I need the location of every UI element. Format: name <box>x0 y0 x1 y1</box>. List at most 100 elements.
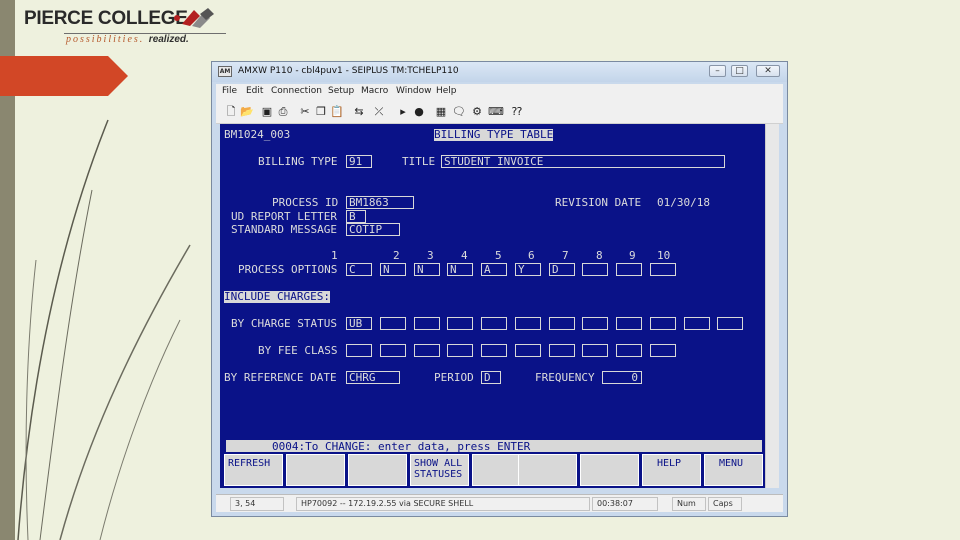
play-icon[interactable]: ▸ <box>396 105 410 119</box>
fee-class-field[interactable] <box>447 344 473 357</box>
process-option-field[interactable]: C <box>346 263 372 276</box>
menu-connection[interactable]: Connection <box>271 86 322 96</box>
maximize-button[interactable]: □ <box>731 65 748 77</box>
fkey-help[interactable]: HELP <box>642 454 701 486</box>
process-option-field[interactable]: D <box>549 263 575 276</box>
logo-tagline: possibilities. realized. <box>66 34 189 45</box>
billing-type-field[interactable]: 91 <box>346 155 372 168</box>
menubar: File Edit Connection Setup Macro Window … <box>216 84 783 100</box>
paste-icon[interactable]: 📋 <box>330 105 344 119</box>
disconnect-icon[interactable]: ⤫ <box>372 105 386 119</box>
fee-class-field[interactable] <box>582 344 608 357</box>
charge-status-field[interactable] <box>684 317 710 330</box>
grid-icon[interactable]: ▦ <box>434 105 448 119</box>
window-titlebar[interactable]: AM AMXW P110 - cbl4puv1 - SEIPLUS TM:TCH… <box>212 62 787 82</box>
record-icon[interactable]: ● <box>412 105 426 119</box>
process-option-field[interactable]: Y <box>515 263 541 276</box>
process-option-field[interactable] <box>650 263 676 276</box>
app-icon[interactable]: AM <box>218 66 232 77</box>
standard-message-label: STANDARD MESSAGE <box>231 223 337 236</box>
charge-status-field[interactable] <box>582 317 608 330</box>
minimize-button[interactable]: – <box>709 65 726 77</box>
option-number: 5 <box>495 249 502 262</box>
print-icon[interactable]: ⎙ <box>276 105 290 119</box>
fee-class-field[interactable] <box>515 344 541 357</box>
process-id-field[interactable]: BM1863 <box>346 196 414 209</box>
menu-window[interactable]: Window <box>396 86 432 96</box>
help-icon[interactable]: ⁇ <box>510 105 524 119</box>
fee-class-label: BY FEE CLASS <box>258 344 338 357</box>
charge-status-field[interactable] <box>549 317 575 330</box>
revision-date-label: REVISION DATE <box>555 196 642 209</box>
charge-status-field[interactable]: UB <box>346 317 372 330</box>
ref-date-field[interactable]: CHRG <box>346 371 400 384</box>
fee-class-field[interactable] <box>481 344 507 357</box>
option-number: 3 <box>427 249 434 262</box>
fkey-2[interactable] <box>286 454 345 486</box>
copy-icon[interactable]: ❐ <box>314 105 328 119</box>
chat-icon[interactable]: 🗨 <box>452 105 466 119</box>
open-icon[interactable]: 📂 <box>240 105 254 119</box>
process-option-field[interactable] <box>616 263 642 276</box>
option-number: 10 <box>657 249 671 262</box>
cut-icon[interactable]: ✂ <box>298 105 312 119</box>
fee-class-field[interactable] <box>549 344 575 357</box>
keyboard-icon[interactable]: ⌨ <box>488 105 504 119</box>
process-option-field[interactable]: A <box>481 263 507 276</box>
connect-icon[interactable]: ⇆ <box>352 105 366 119</box>
option-number: 8 <box>596 249 603 262</box>
ref-date-label: BY REFERENCE DATE <box>224 371 337 384</box>
fkey-refresh[interactable]: REFRESH <box>224 454 283 486</box>
menu-setup[interactable]: Setup <box>328 86 354 96</box>
charge-status-field[interactable] <box>650 317 676 330</box>
process-option-field[interactable]: N <box>447 263 473 276</box>
charge-status-field[interactable] <box>414 317 440 330</box>
process-option-field[interactable]: N <box>380 263 406 276</box>
menu-macro[interactable]: Macro <box>361 86 388 96</box>
status-message: 0004:To CHANGE: enter data, press ENTER <box>272 440 531 453</box>
fee-class-field[interactable] <box>616 344 642 357</box>
connection-info: HP70092 -- 172.19.2.55 via SECURE SHELL <box>296 497 590 511</box>
ud-report-letter-label: UD REPORT LETTER <box>231 210 337 223</box>
vertical-scrollbar[interactable] <box>765 124 779 488</box>
fee-class-field[interactable] <box>380 344 406 357</box>
save-icon[interactable]: ▣ <box>260 105 274 119</box>
fee-class-field[interactable] <box>346 344 372 357</box>
caps-lock-indicator: Caps <box>708 497 742 511</box>
frequency-field[interactable]: 0 <box>602 371 642 384</box>
close-button[interactable]: ✕ <box>756 65 780 77</box>
num-lock-indicator: Num <box>672 497 706 511</box>
option-number: 6 <box>528 249 535 262</box>
charge-status-field[interactable] <box>380 317 406 330</box>
toolbar: 🗋 📂 ▣ ⎙ ✂ ❐ 📋 ⇆ ⤫ ▸ ● ▦ 🗨 ⚙ ⌨ ⁇ <box>216 100 783 124</box>
fkey-6[interactable] <box>518 454 577 486</box>
fkey-show-all-statuses[interactable]: SHOW ALL STATUSES <box>410 454 469 486</box>
fee-class-field[interactable] <box>414 344 440 357</box>
process-option-field[interactable]: N <box>414 263 440 276</box>
fkey-menu[interactable]: MENU <box>704 454 763 486</box>
menu-help[interactable]: Help <box>436 86 457 96</box>
fee-class-field[interactable] <box>650 344 676 357</box>
process-option-field[interactable] <box>582 263 608 276</box>
new-icon[interactable]: 🗋 <box>224 105 238 119</box>
fkey-3[interactable] <box>348 454 407 486</box>
charge-status-field[interactable] <box>616 317 642 330</box>
charge-status-field[interactable] <box>515 317 541 330</box>
standard-message-field[interactable]: COTIP <box>346 223 400 236</box>
charge-status-field[interactable] <box>447 317 473 330</box>
charge-status-field[interactable] <box>717 317 743 330</box>
billing-type-label: BILLING TYPE <box>258 155 338 168</box>
session-time: 00:38:07 <box>592 497 658 511</box>
charge-status-field[interactable] <box>481 317 507 330</box>
function-keys: REFRESH SHOW ALL STATUSES HELP MENU <box>220 452 765 488</box>
terminal-screen[interactable]: BM1024_003 BILLING TYPE TABLE BILLING TY… <box>220 124 765 488</box>
fkey-7[interactable] <box>580 454 639 486</box>
settings-icon[interactable]: ⚙ <box>470 105 484 119</box>
title-field[interactable]: STUDENT INVOICE <box>441 155 725 168</box>
period-field[interactable]: D <box>481 371 501 384</box>
period-label: PERIOD <box>434 371 474 384</box>
menu-edit[interactable]: Edit <box>246 86 263 96</box>
include-charges-label: INCLUDE CHARGES: <box>224 290 330 303</box>
menu-file[interactable]: File <box>222 86 237 96</box>
ud-report-letter-field[interactable]: B <box>346 210 366 223</box>
